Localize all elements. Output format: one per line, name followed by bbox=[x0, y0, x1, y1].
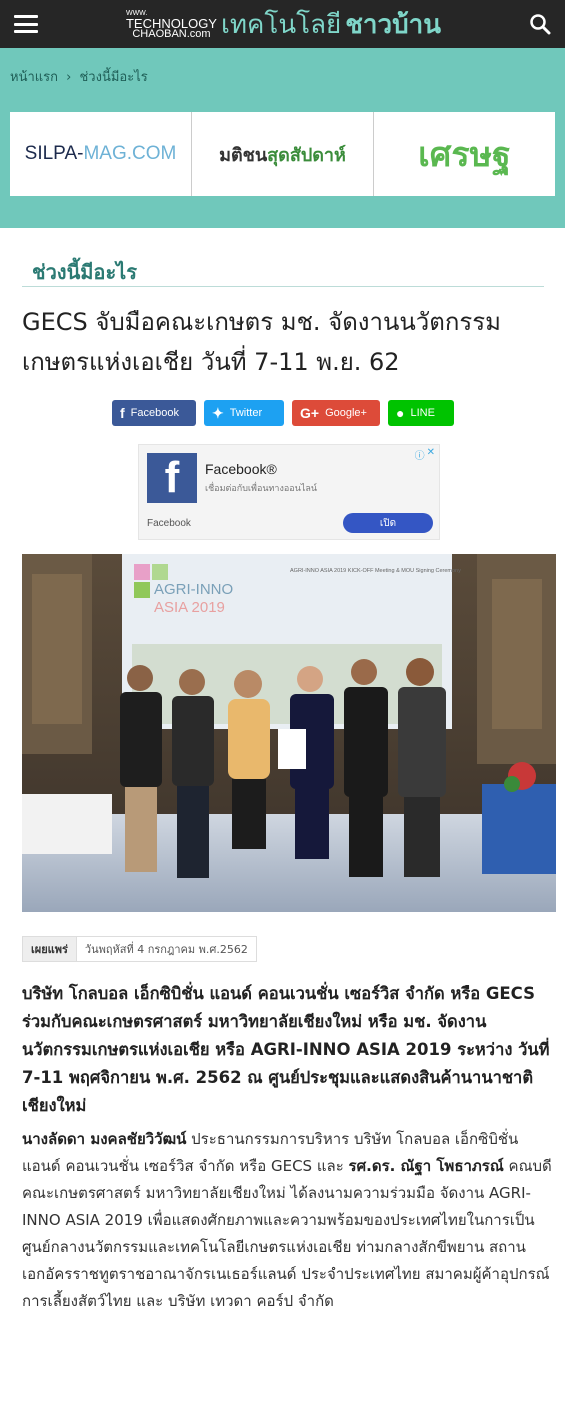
article-container: ช่วงนี้มีอะไร GECS จับมือคณะเกษตร มช. จั… bbox=[10, 230, 556, 1417]
breadcrumb-current[interactable]: ช่วงนี้มีอะไร bbox=[79, 70, 147, 85]
ad-brand: Facebook bbox=[147, 518, 191, 529]
published-tag[interactable]: เผยแพร่ bbox=[23, 937, 77, 961]
logo-english: WWW. TECHNOLOGY CHAOBAN.com bbox=[125, 10, 217, 40]
article-photo: AGRI-INNO ASIA 2019 AGRI-INNO ASIA 2019 … bbox=[22, 554, 556, 912]
body-name-1: นางลัดดา มงคลชัยวิวัฒน์ bbox=[22, 1130, 187, 1148]
banner-title-line2: ASIA 2019 bbox=[154, 599, 225, 616]
breadcrumb-separator: › bbox=[66, 70, 72, 85]
breadcrumb: หน้าแรก › ช่วงนี้มีอะไร bbox=[10, 66, 148, 87]
logo-thai-bold: ชาวบ้าน bbox=[345, 9, 442, 40]
facebook-icon: f bbox=[120, 405, 125, 421]
ad-open-button[interactable]: เปิด bbox=[343, 513, 433, 533]
ad-title: Facebook® bbox=[205, 461, 277, 477]
body-name-2: รศ.ดร. ณัฐา โพธาภรณ์ bbox=[348, 1157, 504, 1175]
publish-date: วันพฤหัสที่ 4 กรกฎาคม พ.ศ.2562 bbox=[84, 943, 248, 956]
twitter-icon: ✦ bbox=[212, 404, 224, 421]
share-line-button[interactable]: ● LINE bbox=[388, 400, 454, 426]
line-icon: ● bbox=[396, 405, 405, 421]
body-text-2: คณบดี คณะเกษตรศาสตร์ มหาวิทยาลัยเชียงใหม… bbox=[22, 1157, 552, 1310]
site-logo[interactable]: WWW. TECHNOLOGY CHAOBAN.com เทคโนโลยี ชาว… bbox=[126, 4, 441, 45]
partner-setthakij[interactable]: เศรษฐ bbox=[374, 112, 555, 196]
partner-silpa-mag[interactable]: SILPA-MAG.COM bbox=[10, 112, 192, 196]
adchoices-icon[interactable]: ⓘ ✕ bbox=[415, 447, 435, 462]
ad-subtitle: เชื่อมต่อกับเพื่อนทางออนไลน์ bbox=[205, 484, 318, 494]
partner-bar: SILPA-MAG.COM มติชนสุดสัปดาห์ เศรษฐ bbox=[10, 112, 555, 196]
facebook-logo-icon: f bbox=[147, 453, 197, 503]
section-title[interactable]: ช่วงนี้มีอะไร bbox=[32, 256, 137, 288]
post-meta: เผยแพร่ วันพฤหัสที่ 4 กรกฎาคม พ.ศ.2562 bbox=[22, 936, 257, 962]
breadcrumb-home[interactable]: หน้าแรก bbox=[10, 70, 58, 85]
share-twitter-button[interactable]: ✦ Twitter bbox=[204, 400, 284, 426]
search-icon[interactable] bbox=[529, 13, 551, 35]
section-divider bbox=[22, 286, 544, 287]
share-facebook-button[interactable]: f Facebook bbox=[112, 400, 196, 426]
article-lead: บริษัท โกลบอล เอ็กซิบิชั่น แอนด์ คอนเวนช… bbox=[22, 984, 550, 1115]
share-google-button[interactable]: G+ Google+ bbox=[292, 400, 380, 426]
banner-subtitle: AGRI-INNO ASIA 2019 KICK-OFF Meeting & M… bbox=[290, 568, 461, 574]
article-headline: GECS จับมือคณะเกษตร มช. จัดงานนวัตกรรมเก… bbox=[22, 308, 502, 376]
share-bar: f Facebook ✦ Twitter G+ Google+ ● LINE bbox=[112, 400, 454, 426]
article-body: นางลัดดา มงคลชัยวิวัฒน์ ประธานกรรมการบริ… bbox=[22, 1126, 552, 1315]
partner-matichon-weekly[interactable]: มติชนสุดสัปดาห์ bbox=[192, 112, 374, 196]
ad-unit[interactable]: ⓘ ✕ f Facebook® เชื่อมต่อกับเพื่อนทางออนไ… bbox=[138, 444, 440, 540]
logo-thai-thin: เทคโนโลยี bbox=[220, 9, 342, 40]
menu-icon[interactable] bbox=[14, 15, 38, 33]
google-plus-icon: G+ bbox=[300, 405, 320, 421]
banner-title-line1: AGRI-INNO bbox=[154, 581, 233, 598]
top-bar: WWW. TECHNOLOGY CHAOBAN.com เทคโนโลยี ชาว… bbox=[0, 0, 565, 48]
